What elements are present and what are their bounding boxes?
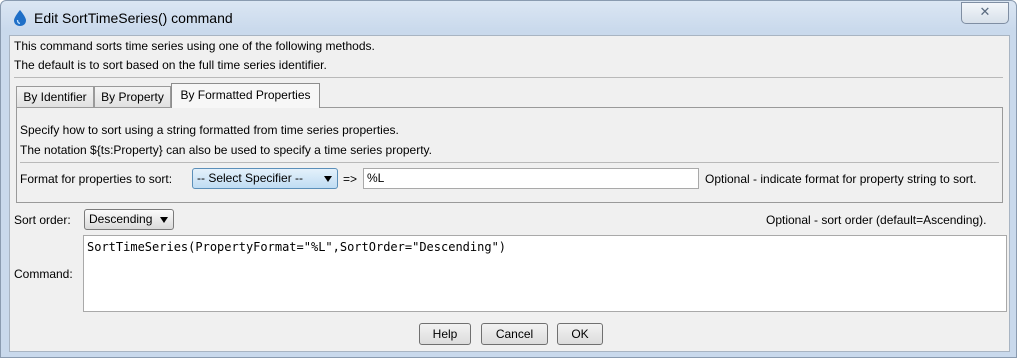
tab-by-formatted-properties[interactable]: By Formatted Properties — [171, 83, 320, 108]
title-bar[interactable]: Edit SortTimeSeries() command ✕ — [1, 1, 1016, 35]
close-button[interactable]: ✕ — [961, 2, 1009, 24]
command-label: Command: — [14, 267, 73, 281]
sort-order-value: Descending — [89, 212, 153, 226]
sort-order-label: Sort order: — [14, 213, 71, 227]
panel-separator — [20, 162, 999, 163]
panel-description-line-2: The notation ${ts:Property} can also be … — [20, 143, 433, 157]
tab-by-property[interactable]: By Property — [94, 86, 171, 107]
help-button[interactable]: Help — [419, 323, 471, 345]
tab-by-identifier[interactable]: By Identifier — [16, 86, 94, 107]
dialog-content: This command sorts time series using one… — [9, 35, 1010, 352]
separator — [14, 77, 1003, 78]
specifier-select-value: -- Select Specifier -- — [197, 171, 304, 185]
description-line-2: The default is to sort based on the full… — [14, 58, 327, 72]
close-icon: ✕ — [979, 5, 991, 20]
chevron-down-icon — [160, 217, 168, 223]
cancel-button[interactable]: Cancel — [481, 323, 548, 345]
format-label: Format for properties to sort: — [20, 172, 173, 186]
sort-order-select[interactable]: Descending — [84, 209, 174, 230]
dialog-window: Edit SortTimeSeries() command ✕ This com… — [0, 0, 1017, 358]
window-title: Edit SortTimeSeries() command — [34, 10, 233, 26]
ok-button[interactable]: OK — [557, 323, 603, 345]
format-hint: Optional - indicate format for property … — [705, 172, 977, 186]
description-line-1: This command sorts time series using one… — [14, 39, 375, 53]
arrow-text: => — [343, 172, 358, 186]
sort-order-hint: Optional - sort order (default=Ascending… — [766, 213, 987, 227]
command-textarea[interactable]: SortTimeSeries(PropertyFormat="%L",SortO… — [83, 235, 1007, 312]
specifier-select[interactable]: -- Select Specifier -- — [192, 168, 338, 189]
formatted-properties-panel: Specify how to sort using a string forma… — [16, 107, 1003, 203]
panel-description-line-1: Specify how to sort using a string forma… — [20, 123, 399, 137]
water-drop-icon — [14, 10, 26, 26]
chevron-down-icon — [324, 176, 332, 182]
format-input[interactable]: %L — [363, 168, 699, 189]
